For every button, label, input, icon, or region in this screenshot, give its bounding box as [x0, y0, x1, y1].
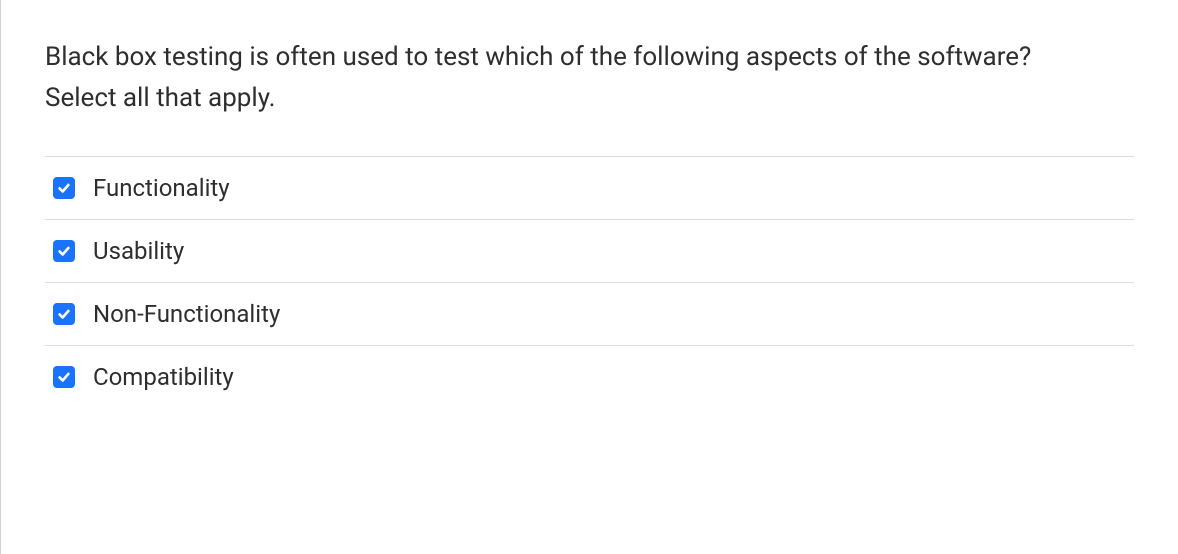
option-label: Usability: [93, 237, 184, 265]
checkbox-icon[interactable]: [53, 240, 75, 262]
option-item-functionality[interactable]: Functionality: [45, 156, 1134, 219]
option-item-non-functionality[interactable]: Non-Functionality: [45, 282, 1134, 345]
checkbox-icon[interactable]: [53, 177, 75, 199]
question-instruction: Select all that apply.: [45, 79, 1134, 118]
question-block: Black box testing is often used to test …: [45, 38, 1134, 118]
checkbox-icon[interactable]: [53, 303, 75, 325]
option-label: Functionality: [93, 174, 230, 202]
option-label: Non-Functionality: [93, 300, 280, 328]
option-item-usability[interactable]: Usability: [45, 219, 1134, 282]
checkbox-icon[interactable]: [53, 366, 75, 388]
option-label: Compatibility: [93, 363, 234, 391]
options-list: Functionality Usability Non-Functionalit…: [45, 156, 1134, 408]
option-item-compatibility[interactable]: Compatibility: [45, 345, 1134, 408]
question-text: Black box testing is often used to test …: [45, 38, 1134, 77]
